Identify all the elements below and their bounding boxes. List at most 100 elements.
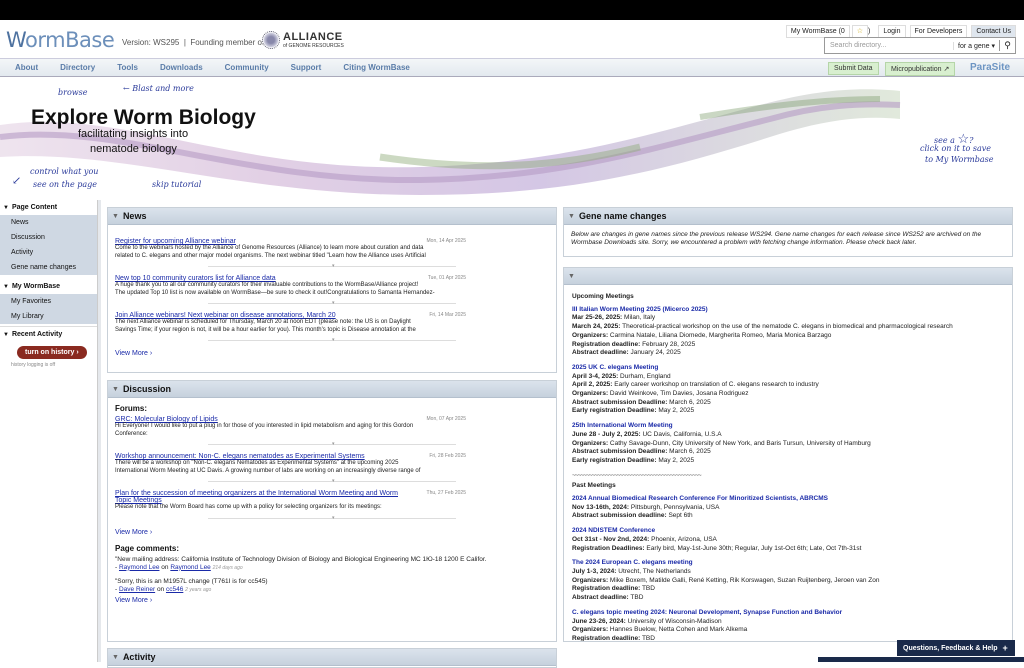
meeting-line-value: Pittsburgh, Pennsylvania, USA xyxy=(629,503,720,511)
meeting-line-label: June 28 - July 2, 2025: xyxy=(572,430,641,438)
micropublication-button[interactable]: Micropublication ↗ xyxy=(885,62,956,76)
sidebar-splitter[interactable] xyxy=(97,200,101,662)
meeting-line: Abstract deadline: TBD xyxy=(572,594,1004,603)
comment-item: "Sorry, this is an M1957L change (T761I … xyxy=(115,578,549,594)
alliance-icon xyxy=(262,31,280,49)
alliance-logo[interactable]: ALLIANCE of GENOME RESOURCES xyxy=(262,31,344,49)
nav-item-directory[interactable]: Directory xyxy=(60,63,95,72)
alliance-line1: ALLIANCE xyxy=(283,30,343,43)
meeting-line: Registration deadline: TBD xyxy=(572,585,1004,594)
item-title-link[interactable]: Plan for the succession of meeting organ… xyxy=(115,490,549,497)
meeting-title-link[interactable]: C. elegans topic meeting 2024: Neuronal … xyxy=(572,609,1004,618)
item-title-link-cont[interactable]: Topic Meetings xyxy=(115,497,549,504)
hint-browse: browse xyxy=(58,88,88,97)
wormbase-logo[interactable]: WormBase xyxy=(6,28,115,52)
meeting-line-value: TBD xyxy=(640,634,655,642)
gene-name-changes-title: Gene name changes xyxy=(578,211,667,221)
hint-star-3: to My Wormbase xyxy=(925,155,994,164)
sidebar-item-news[interactable]: News xyxy=(0,215,97,230)
nav-item-about[interactable]: About xyxy=(15,63,38,72)
comments-view-more-link[interactable]: View More › xyxy=(115,597,556,604)
meeting-line-value: Durham, England xyxy=(618,372,671,380)
turn-on-history-button[interactable]: turn on history › xyxy=(17,346,87,359)
meeting-title-link[interactable]: 25th International Worm Meeting xyxy=(572,422,1004,431)
sidebar-page-content-header[interactable]: ▼ Page Content xyxy=(0,200,97,215)
news-view-more-link[interactable]: View More › xyxy=(115,350,556,357)
item-body-2: International Worm Meeting at UC Davis. … xyxy=(115,467,421,474)
sidebar-item-discussion[interactable]: Discussion xyxy=(0,230,97,245)
meeting-line: Mar 25-26, 2025: Milan, Italy xyxy=(572,314,1004,323)
search-input[interactable]: Search directory... xyxy=(825,42,953,49)
sidebar-item-activity[interactable]: Activity xyxy=(0,245,97,260)
meeting-line-value: Cathy Savage-Dunn, City University of Ne… xyxy=(608,439,871,447)
gene-name-changes-header[interactable]: ▼ Gene name changes xyxy=(564,208,1012,225)
search-scope-select[interactable]: for a gene ▾ xyxy=(953,41,999,50)
comment-author-link[interactable]: Dave Reiner xyxy=(119,586,155,593)
meeting-title-link[interactable]: 2025 UK C. elegans Meeting xyxy=(572,364,1004,373)
sidebar-my-wormbase-header[interactable]: ▼ My WormBase xyxy=(0,279,97,294)
meeting-line: Early registration Deadline: May 2, 2025 xyxy=(572,407,1004,416)
sidebar-item-gene-name-changes[interactable]: Gene name changes xyxy=(0,260,97,275)
triangle-down-icon: ▼ xyxy=(3,283,9,290)
meeting-title-link[interactable]: 2024 Annual Biomedical Research Conferen… xyxy=(572,495,1004,504)
nav-item-community[interactable]: Community xyxy=(225,63,269,72)
list-item: New top 10 community curators list for A… xyxy=(115,275,549,297)
skip-tutorial-link[interactable]: skip tutorial xyxy=(152,180,201,189)
item-title-link[interactable]: Register for upcoming Alliance webinar xyxy=(115,238,549,245)
meeting-line: Abstract deadline: January 24, 2025 xyxy=(572,349,1004,358)
meetings-panel-header[interactable]: ▼ xyxy=(564,268,1012,285)
meeting-line-label: April 2, 2025: xyxy=(572,381,613,389)
past-meetings-list: 2024 Annual Biomedical Research Conferen… xyxy=(572,495,1004,642)
meeting-line-value: TBD xyxy=(628,594,644,602)
hint-arrow-icon: ↙ xyxy=(12,174,22,187)
item-title-link[interactable]: Join Alliance webinars! Next webinar on … xyxy=(115,312,549,319)
meeting-title-link[interactable]: The 2024 European C. elegans meeting xyxy=(572,559,1004,568)
item-title-link[interactable]: GRC: Molecular Biology of Lipids xyxy=(115,416,549,423)
triangle-down-icon: ▼ xyxy=(112,653,119,661)
sidebar-item-my-library[interactable]: My Library xyxy=(0,309,97,324)
item-separator xyxy=(208,512,456,521)
meeting-line-value: Phoenix, Arizona, USA xyxy=(649,535,717,543)
search-icon[interactable]: ⚲ xyxy=(999,40,1015,51)
comment-page-link[interactable]: Raymond Lee xyxy=(170,564,210,571)
item-title-link[interactable]: Workshop announcement: Non-C. elegans ne… xyxy=(115,453,549,460)
nav-item-tools[interactable]: Tools xyxy=(117,63,138,72)
external-link-icon: ↗ xyxy=(943,66,950,73)
meeting-item: 2025 UK C. elegans Meeting April 3-4, 202… xyxy=(572,364,1004,416)
meeting-line-label: Early registration Deadline: xyxy=(572,407,657,415)
news-title: News xyxy=(122,211,147,221)
meeting-line: Nov 13-16th, 2024: Pittsburgh, Pennsylva… xyxy=(572,504,1004,513)
discussion-view-more-link[interactable]: View More › xyxy=(115,529,556,536)
activity-panel: ▼ Activity xyxy=(107,648,557,668)
comment-page-link[interactable]: cc546 xyxy=(166,586,183,593)
plus-icon: + xyxy=(1002,643,1008,653)
upcoming-meetings-label: Upcoming Meetings xyxy=(572,293,634,300)
submit-data-button[interactable]: Submit Data xyxy=(828,62,879,75)
activity-panel-header[interactable]: ▼ Activity xyxy=(108,649,556,666)
meeting-line-value: Early career workshop on translation of … xyxy=(612,381,819,389)
feedback-button[interactable]: Questions, Feedback & Help + xyxy=(897,640,1015,656)
item-separator xyxy=(208,475,456,484)
triangle-down-icon: ▼ xyxy=(568,212,575,220)
item-date: Tue, 01 Apr 2025 xyxy=(427,275,466,281)
sidebar-page-content-label: Page Content xyxy=(11,204,58,211)
meeting-line-value: Hannes Buelow, Netta Cohen and Mark Alke… xyxy=(608,626,748,634)
nav-item-citing-wormbase[interactable]: Citing WormBase xyxy=(343,63,410,72)
feedback-label: Questions, Feedback & Help xyxy=(903,644,998,652)
nav-item-support[interactable]: Support xyxy=(291,63,322,72)
triangle-down-icon: ▼ xyxy=(112,385,119,393)
meeting-line: Registration Deadlines: Early bird, May-… xyxy=(572,545,1004,554)
sidebar-recent-header[interactable]: ▼ Recent Activity xyxy=(0,326,97,342)
news-panel-header[interactable]: ▼ News xyxy=(108,208,556,225)
comment-author-link[interactable]: Raymond Lee xyxy=(119,564,159,571)
item-date: Fri, 14 Mar 2025 xyxy=(429,312,466,318)
discussion-title: Discussion xyxy=(122,384,171,394)
parasite-link[interactable]: ParaSite xyxy=(970,62,1010,73)
nav-item-downloads[interactable]: Downloads xyxy=(160,63,203,72)
meeting-title-link[interactable]: 2024 NDISTEM Conference xyxy=(572,527,1004,536)
item-title-link[interactable]: New top 10 community curators list for A… xyxy=(115,275,549,282)
meeting-title-link[interactable]: III Italian Worm Meeting 2025 (Micerco 2… xyxy=(572,306,1004,315)
sidebar-item-my-favorites[interactable]: My Favorites xyxy=(0,294,97,309)
meetings-divider: ~~~~~~~~~~~~~~~~~~~~~~~~~~~~~~~~~~~~~~~~… xyxy=(572,471,702,479)
discussion-panel-header[interactable]: ▼ Discussion xyxy=(108,381,556,398)
